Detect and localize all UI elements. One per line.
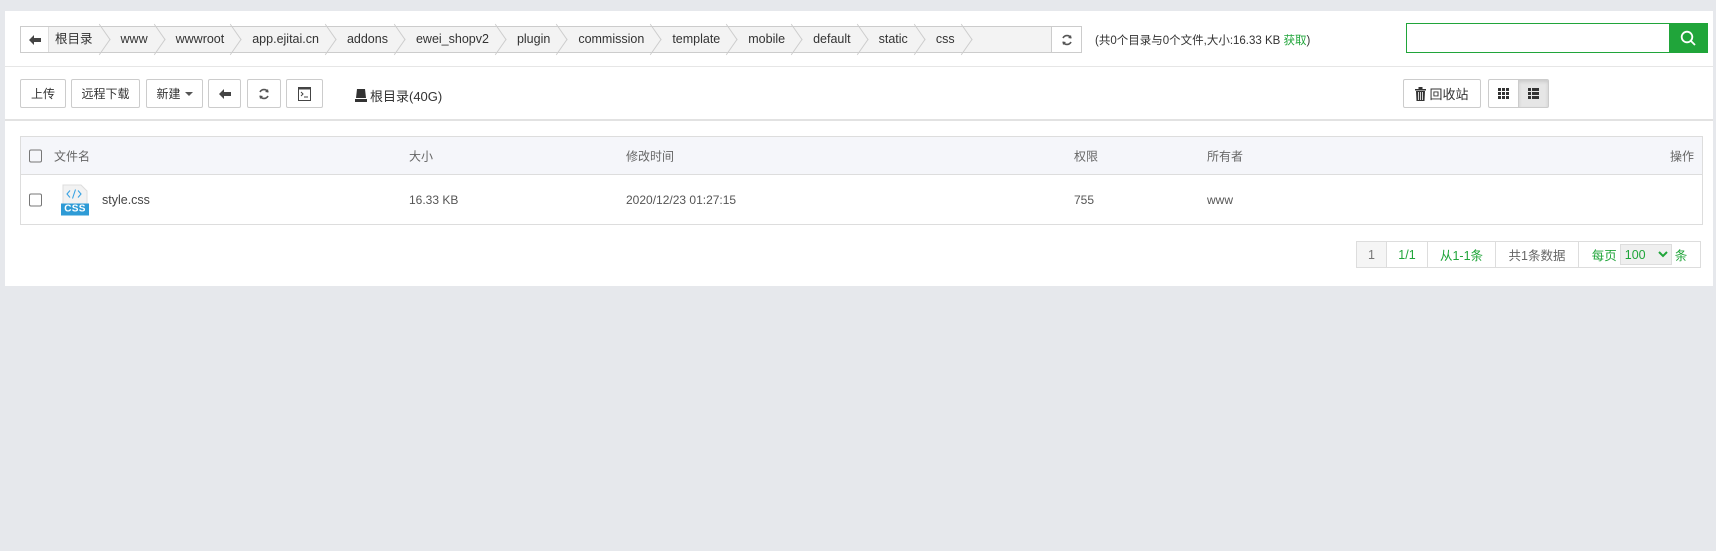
directory-info-close: ) xyxy=(1306,35,1311,47)
file-name-link[interactable]: style.css xyxy=(102,193,150,207)
select-all-checkbox[interactable] xyxy=(29,149,42,162)
new-label: 新建 xyxy=(156,87,181,101)
table-header: 文件名 大小 修改时间 权限 所有者 操作 xyxy=(21,137,1702,175)
hdd-icon xyxy=(355,89,367,102)
breadcrumb-item[interactable]: css xyxy=(920,27,967,52)
file-table: 文件名 大小 修改时间 权限 所有者 操作 CSS style.css 16.3… xyxy=(20,136,1703,225)
per-page-unit: 条 xyxy=(1674,249,1688,263)
search-box xyxy=(1406,23,1708,53)
pagination: 1 1/1 从1-1条 共1条数据 每页 100 条 xyxy=(1356,241,1701,268)
breadcrumb-item[interactable]: mobile xyxy=(732,27,797,52)
breadcrumb-item[interactable]: wwwroot xyxy=(160,27,237,52)
search-input[interactable] xyxy=(1407,24,1669,52)
file-manager-panel: 根目录 www wwwroot app.ejitai.cn addons ewe… xyxy=(5,11,1713,286)
refresh-icon xyxy=(259,88,269,99)
terminal-button[interactable] xyxy=(286,79,323,108)
search-button[interactable] xyxy=(1669,24,1707,52)
back-button[interactable] xyxy=(21,27,49,52)
grid-view-button[interactable] xyxy=(1488,79,1519,108)
breadcrumb-item[interactable]: plugin xyxy=(501,27,562,52)
breadcrumb-item[interactable]: addons xyxy=(331,27,400,52)
new-dropdown-button[interactable]: 新建 xyxy=(146,79,203,108)
breadcrumb-item[interactable]: app.ejitai.cn xyxy=(236,27,331,52)
recycle-label: 回收站 xyxy=(1429,87,1469,102)
disk-selector[interactable]: 根目录(40G) xyxy=(355,86,442,105)
file-owner[interactable]: www xyxy=(1207,193,1233,207)
directory-info-text: (共0个目录与0个文件,大小:16.33 KB xyxy=(1095,35,1284,47)
column-actions: 操作 xyxy=(1669,149,1694,163)
file-type-label: CSS xyxy=(61,203,89,216)
column-size[interactable]: 大小 xyxy=(409,147,433,164)
column-mtime[interactable]: 修改时间 xyxy=(626,147,674,164)
go-back-button[interactable] xyxy=(208,79,241,108)
per-page-select[interactable]: 100 xyxy=(1619,244,1672,265)
directory-info: (共0个目录与0个文件,大小:16.33 KB 获取) xyxy=(1095,32,1310,48)
breadcrumb-item[interactable]: 根目录 xyxy=(49,27,105,52)
get-size-link[interactable]: 获取 xyxy=(1284,35,1307,47)
row-checkbox[interactable] xyxy=(29,193,42,207)
file-permission[interactable]: 755 xyxy=(1074,193,1094,207)
breadcrumb-item[interactable]: www xyxy=(105,27,160,52)
breadcrumb-item[interactable]: commission xyxy=(562,27,656,52)
arrow-left-icon xyxy=(218,88,231,99)
page-range: 从1-1条 xyxy=(1428,242,1496,267)
caret-down-icon xyxy=(184,91,193,96)
divider xyxy=(5,119,1713,121)
total-count: 共1条数据 xyxy=(1496,242,1579,267)
remote-download-button[interactable]: 远程下载 xyxy=(71,79,140,108)
column-name[interactable]: 文件名 xyxy=(54,147,90,164)
breadcrumb-item[interactable]: ewei_shopv2 xyxy=(400,27,501,52)
column-owner: 所有者 xyxy=(1207,149,1244,163)
file-size: 16.33 KB xyxy=(409,193,459,207)
breadcrumb: 根目录 www wwwroot app.ejitai.cn addons ewe… xyxy=(20,26,1082,53)
breadcrumb-item[interactable]: default xyxy=(797,27,863,52)
refresh-path-button[interactable] xyxy=(1051,27,1081,52)
grid-icon xyxy=(1498,88,1509,99)
arrow-left-icon xyxy=(28,34,41,45)
breadcrumb-item[interactable]: template xyxy=(656,27,732,52)
divider xyxy=(5,66,1713,67)
terminal-icon xyxy=(298,86,311,101)
breadcrumb-item[interactable]: static xyxy=(863,27,920,52)
search-icon xyxy=(1680,30,1696,46)
recycle-bin-button[interactable]: 回收站 xyxy=(1403,79,1481,108)
per-page-label: 每页 xyxy=(1591,249,1617,263)
disk-label: 根目录(40G) xyxy=(370,89,443,104)
refresh-button[interactable] xyxy=(247,79,281,108)
upload-button[interactable]: 上传 xyxy=(20,79,66,108)
css-file-icon: CSS xyxy=(61,184,89,216)
per-page: 每页 100 条 xyxy=(1579,242,1700,267)
column-permission: 权限 xyxy=(1074,149,1099,163)
table-row[interactable]: CSS style.css 16.33 KB 2020/12/23 01:27:… xyxy=(21,175,1702,225)
list-view-button[interactable] xyxy=(1518,79,1549,108)
current-page: 1 xyxy=(1357,242,1387,267)
trash-icon xyxy=(1415,86,1427,101)
list-icon xyxy=(1528,88,1539,99)
refresh-icon xyxy=(1061,34,1072,45)
file-mtime: 2020/12/23 01:27:15 xyxy=(626,193,737,207)
page-count: 1/1 xyxy=(1387,242,1428,267)
